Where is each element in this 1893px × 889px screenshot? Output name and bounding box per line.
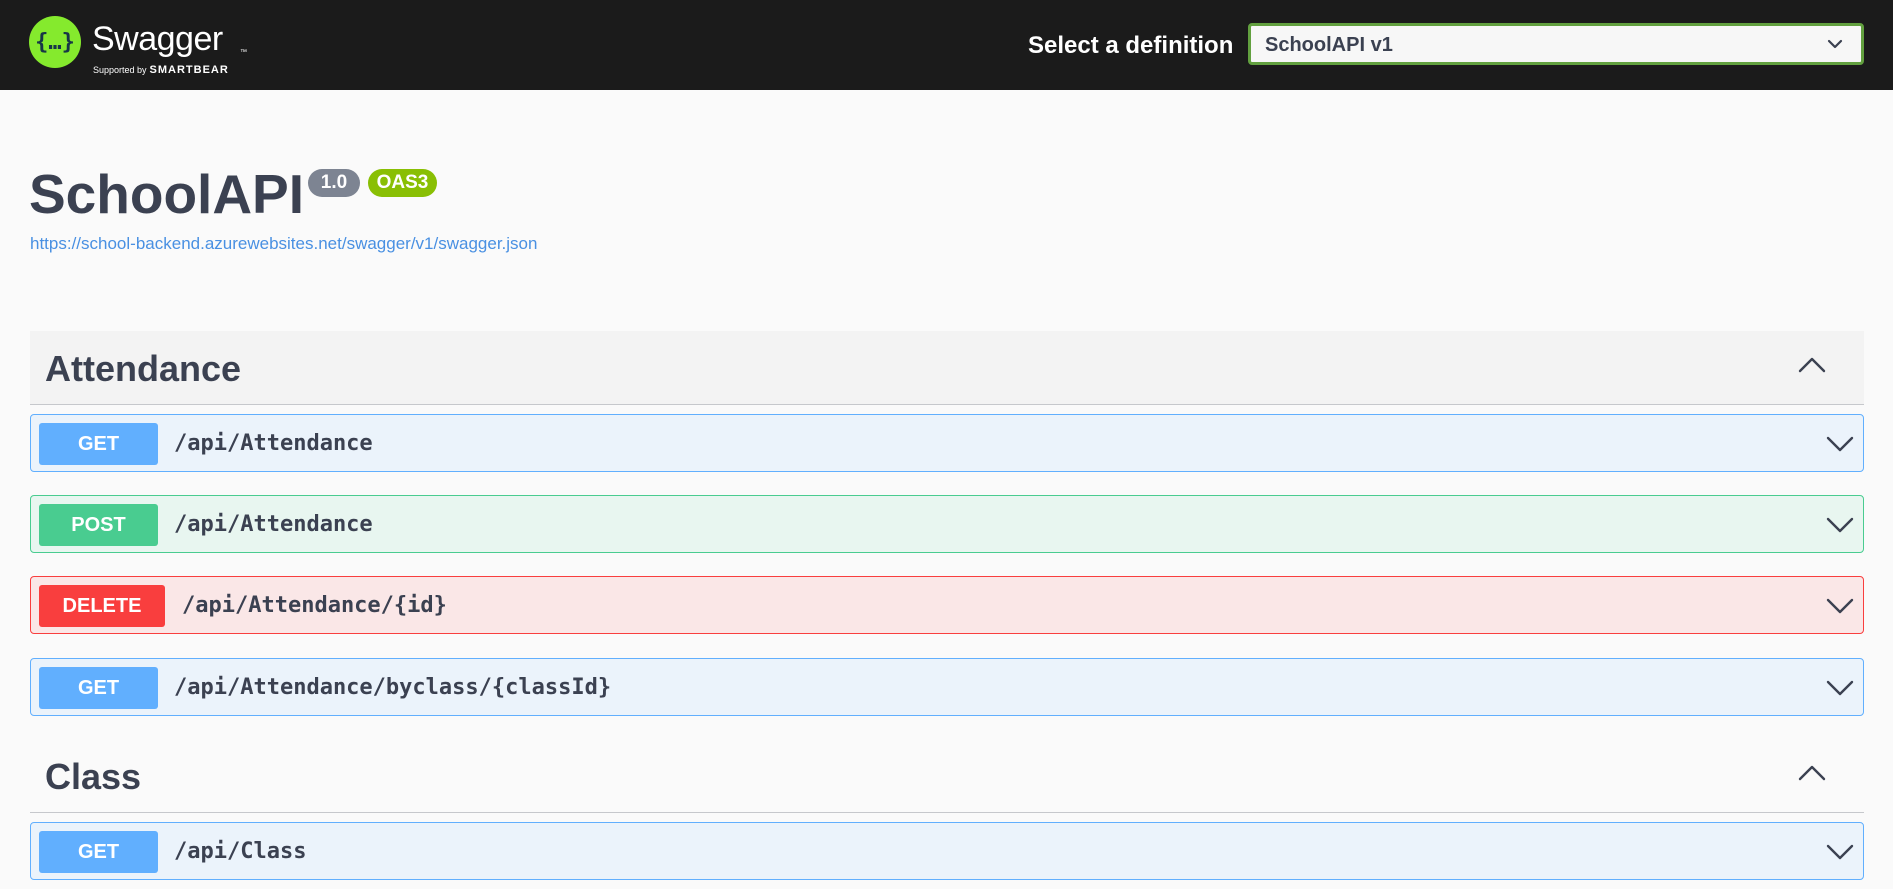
logo-supported-by: Supported by <box>93 65 147 75</box>
method-badge: GET <box>39 831 158 873</box>
chevron-down-icon <box>1826 598 1854 614</box>
oas-badge: OAS3 <box>368 169 437 197</box>
tag-title: Class <box>45 756 142 797</box>
operation-path: /api/Attendance <box>174 431 373 456</box>
swagger-logo[interactable]: {…} Swagger ™ Supported by SMARTBEAR <box>29 16 259 76</box>
chevron-down-icon <box>1826 680 1854 696</box>
operation-get-class[interactable]: GET /api/Class <box>30 822 1864 880</box>
chevron-down-icon <box>1826 844 1854 860</box>
chevron-down-icon <box>1827 39 1843 49</box>
version-badge: 1.0 <box>308 169 360 197</box>
definition-label: Select a definition <box>1028 32 1234 59</box>
definition-select[interactable]: SchoolAPI v1 <box>1248 23 1864 65</box>
chevron-up-icon <box>1798 357 1826 373</box>
method-badge: GET <box>39 423 158 465</box>
operation-get-attendance[interactable]: GET /api/Attendance <box>30 414 1864 472</box>
logo-tagline: Supported by SMARTBEAR <box>93 63 229 76</box>
method-badge: POST <box>39 504 158 546</box>
operation-delete-attendance-id[interactable]: DELETE /api/Attendance/{id} <box>30 576 1864 634</box>
definition-select-value: SchoolAPI v1 <box>1265 34 1393 56</box>
operation-post-attendance[interactable]: POST /api/Attendance <box>30 495 1864 553</box>
method-badge: GET <box>39 667 158 709</box>
logo-wordmark: Swagger <box>92 20 223 58</box>
chevron-down-icon <box>1826 436 1854 452</box>
svg-text:{…}: {…} <box>35 30 75 55</box>
chevron-down-icon <box>1826 517 1854 533</box>
swagger-braces-icon: {…} <box>29 16 81 68</box>
tag-section-attendance[interactable]: Attendance <box>30 331 1864 405</box>
operation-path: /api/Attendance/{id} <box>182 593 447 618</box>
topbar: {…} Swagger ™ Supported by SMARTBEAR Sele… <box>0 0 1893 90</box>
operation-path: /api/Attendance/byclass/{classId} <box>174 675 612 700</box>
tag-title: Attendance <box>45 348 242 389</box>
page-title: SchoolAPI <box>29 163 305 225</box>
method-badge: DELETE <box>39 585 165 627</box>
logo-trademark: ™ <box>240 49 247 56</box>
logo-brand: SMARTBEAR <box>149 64 229 76</box>
operation-path: /api/Class <box>174 839 307 864</box>
tag-section-class[interactable]: Class <box>30 739 1864 813</box>
operation-path: /api/Attendance <box>174 512 373 537</box>
spec-url-link[interactable]: https://school-backend.azurewebsites.net… <box>30 234 537 254</box>
operation-get-attendance-byclass[interactable]: GET /api/Attendance/byclass/{classId} <box>30 658 1864 716</box>
chevron-up-icon <box>1798 765 1826 781</box>
